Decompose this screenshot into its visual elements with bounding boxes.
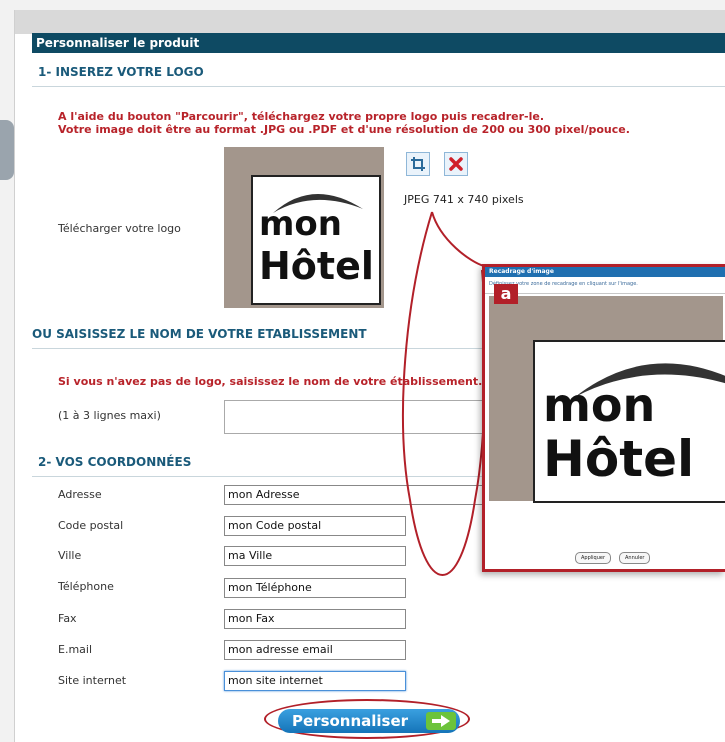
phone-label: Téléphone: [58, 580, 114, 593]
crop-dialog-title: Recadrage d'image: [485, 267, 725, 277]
section-logo-title: 1- INSEREZ VOTRE LOGO: [38, 65, 204, 79]
callout-marker: a: [494, 284, 518, 304]
logo-instruction-line2: Votre image doit être au format .JPG ou …: [58, 123, 630, 136]
logo-card: mon Hôtel: [251, 175, 381, 305]
upload-logo-label: Télécharger votre logo: [58, 222, 181, 235]
crop-icon: [411, 157, 425, 171]
email-label: E.mail: [58, 643, 93, 656]
crop-logo-text-mon: mon: [543, 378, 656, 432]
crop-logo-text-hotel: Hôtel: [543, 430, 695, 488]
section-divider: [32, 86, 725, 87]
website-label: Site internet: [58, 674, 127, 687]
image-info: JPEG 741 x 740 pixels: [404, 193, 524, 206]
establishment-name-textarea[interactable]: [224, 400, 492, 434]
delete-button[interactable]: [444, 152, 468, 176]
website-field[interactable]: mon site internet: [224, 671, 406, 691]
cancel-button[interactable]: Annuler: [619, 552, 651, 564]
logo-text-hotel: Hôtel: [259, 244, 374, 288]
delete-icon: [449, 157, 463, 171]
top-bar: [15, 10, 725, 34]
logo-text-mon: mon: [259, 204, 342, 244]
name-instruction: Si vous n'avez pas de logo, saisissez le…: [58, 375, 483, 388]
personalize-button-label: Personnaliser: [292, 712, 409, 730]
crop-dialog: Recadrage d'image Définissez votre zone …: [482, 264, 725, 572]
address-label: Adresse: [58, 488, 102, 501]
lines-label: (1 à 3 lignes maxi): [58, 409, 161, 422]
preview-edge: [384, 147, 391, 308]
postal-code-label: Code postal: [58, 519, 124, 532]
page-header: Personnaliser le produit: [32, 33, 725, 53]
phone-field[interactable]: mon Téléphone: [224, 578, 406, 598]
background-element: [0, 120, 14, 180]
section-name-title: OU SAISISSEZ LE NOM DE VOTRE ETABLISSEME…: [32, 327, 367, 341]
section-contact-title: 2- VOS COORDONNÉES: [38, 455, 192, 469]
personalize-button[interactable]: Personnaliser: [278, 709, 460, 733]
crop-dialog-divider: [485, 293, 725, 294]
fax-label: Fax: [58, 612, 77, 625]
arrow-right-icon: [426, 712, 456, 730]
postal-code-field[interactable]: mon Code postal: [224, 516, 406, 536]
crop-button[interactable]: [406, 152, 430, 176]
fax-field[interactable]: mon Fax: [224, 609, 406, 629]
logo-instruction-line1: A l'aide du bouton "Parcourir", téléchar…: [58, 110, 545, 123]
city-label: Ville: [58, 549, 82, 562]
logo-preview: mon Hôtel: [224, 147, 391, 308]
email-field[interactable]: mon adresse email: [224, 640, 406, 660]
crop-logo-card: mon Hôtel: [533, 340, 725, 503]
city-field[interactable]: ma Ville: [224, 546, 406, 566]
address-field[interactable]: mon Adresse: [224, 485, 484, 505]
apply-button[interactable]: Appliquer: [575, 552, 612, 564]
